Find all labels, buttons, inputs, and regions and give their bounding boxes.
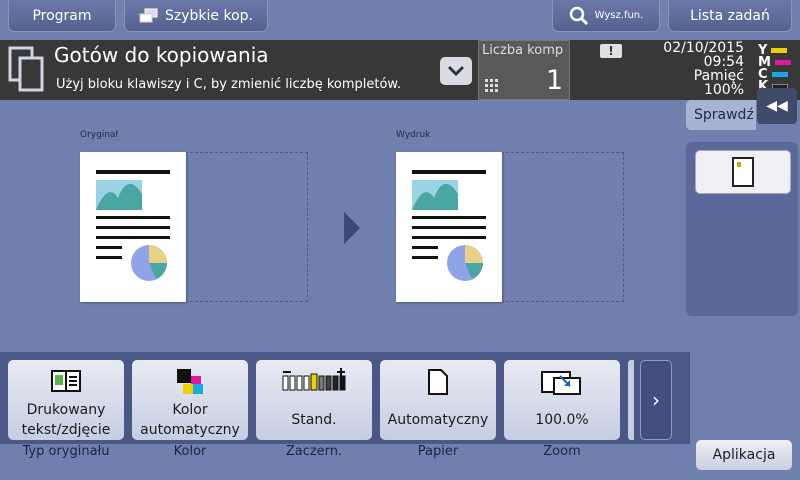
program-button-label: Program: [32, 7, 92, 24]
status-title: Gotów do kopiowania: [54, 43, 269, 67]
quick-copy-button[interactable]: Szybkie kop.: [124, 0, 268, 32]
output-page-graphic: [412, 170, 486, 281]
original-type-label: Typ oryginału: [22, 444, 110, 459]
alert-icon[interactable]: !: [600, 44, 622, 58]
job-list-label: Lista zadań: [690, 7, 770, 24]
output-label: Wydruk: [396, 130, 431, 140]
output-page-preview: [396, 152, 502, 302]
check-settings-button[interactable]: Sprawdź: [686, 100, 756, 130]
toner-m-bar: [774, 59, 791, 65]
preview-arrow-icon: [344, 212, 360, 244]
color-label: Kolor: [173, 444, 207, 459]
original-type-button[interactable]: Drukowany tekst/zdjęcie: [8, 360, 124, 440]
zoom-label: Zoom: [543, 444, 581, 459]
chevron-down-icon: [447, 65, 465, 77]
program-button[interactable]: Program: [8, 0, 116, 32]
original-direction-button[interactable]: [695, 150, 791, 194]
density-label: Zaczern.: [285, 444, 343, 459]
expand-message-button[interactable]: [440, 57, 472, 85]
memory-label: Pamięć: [693, 68, 744, 84]
clock-memory: 02/10/2015 09:54 Pamięć 100%: [663, 41, 744, 97]
time-text: 09:54: [703, 54, 744, 70]
memory-value: 100%: [703, 82, 744, 98]
status-hint: Użyj bloku klawiszy i C, by zmienić licz…: [56, 77, 402, 92]
next-function-partial: [628, 360, 634, 440]
quick-copy-label: Szybkie kop.: [165, 7, 253, 24]
copy-document-icon: [8, 46, 44, 92]
status-bar: Gotów do kopiowania Użyj bloku klawiszy …: [0, 40, 800, 100]
density-icon: [282, 368, 346, 391]
toner-c-bar: [771, 71, 788, 77]
zoom-value: 100.0%: [535, 412, 589, 428]
job-list-button[interactable]: Lista zadań: [668, 0, 792, 32]
paper-label: Papier: [417, 444, 459, 459]
search-function-button[interactable]: Wysz.fun.: [552, 0, 660, 32]
color-value: Kolor automatyczny: [140, 402, 240, 438]
search-function-label: Wysz.fun.: [594, 10, 644, 21]
original-page-preview: [80, 152, 186, 302]
top-bar: Program Szybkie kop. Wysz.fun. Lista zad…: [0, 0, 800, 40]
original-type-value: Drukowany tekst/zdjęcie: [21, 402, 111, 438]
toner-levels: Y M C K: [758, 43, 798, 94]
copies-label: Liczba komp: [482, 43, 564, 58]
original-label: Oryginał: [80, 130, 119, 140]
keypad-icon: [485, 79, 498, 92]
search-icon: [569, 6, 588, 25]
toner-y-bar: [771, 47, 788, 53]
copies-value: 1: [545, 65, 563, 96]
more-functions-button[interactable]: ›: [640, 360, 672, 440]
density-value: Stand.: [291, 412, 337, 428]
side-panel: [686, 142, 798, 316]
original-page-graphic: [96, 170, 170, 281]
copies-counter[interactable]: Liczba komp 1: [478, 40, 570, 100]
collapse-panel-button[interactable]: ◀◀: [757, 88, 797, 124]
paper-icon: [428, 369, 448, 395]
document-orientation-icon: [732, 157, 754, 187]
zoom-button[interactable]: 100.0%: [504, 360, 620, 440]
text-photo-icon: [51, 370, 81, 392]
quick-copy-icon: [139, 8, 158, 22]
application-button[interactable]: Aplikacja: [696, 440, 792, 470]
paper-value: Automatyczny: [387, 412, 489, 428]
paper-button[interactable]: Automatyczny: [380, 360, 496, 440]
color-cmyk-icon: [177, 369, 203, 394]
color-button[interactable]: Kolor automatyczny: [132, 360, 248, 440]
date-text: 02/10/2015: [663, 40, 744, 56]
zoom-icon: [541, 371, 581, 395]
density-button[interactable]: Stand.: [256, 360, 372, 440]
